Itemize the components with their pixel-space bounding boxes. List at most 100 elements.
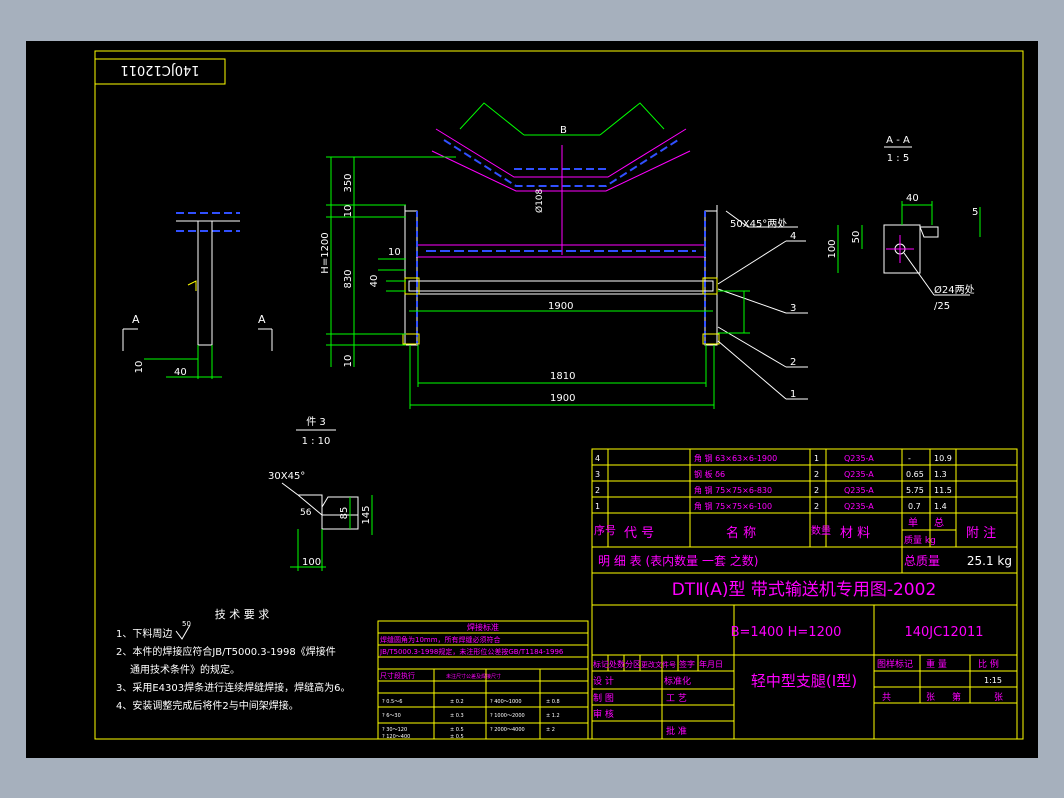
bom-h-mass: 质量 kg [904, 534, 936, 546]
part3-dim-100: 100 [302, 557, 321, 568]
AA-dim-40: 40 [906, 193, 919, 204]
bom-r4-name: 角 钢 75×75×6-100 [694, 501, 772, 511]
AA-dim-50: 50 [851, 231, 862, 244]
bom-r2-qty: 2 [814, 470, 819, 479]
weld-r4c1: ? 120～400 [382, 734, 410, 740]
dim-10a: 10 [343, 205, 354, 218]
dim-40: 40 [369, 275, 380, 288]
weld-r1c4: ± 0.8 [546, 699, 560, 705]
tech-line-3: 通用技术条件》的规定。 [130, 663, 240, 676]
weld-r1c3: ? 400～1000 [490, 699, 522, 705]
weld-r3c1: ? 30～120 [382, 727, 407, 733]
chamfer-note: 50X45°两处 [730, 218, 787, 230]
bom-r1-name: 角 钢 63×63×6-1900 [694, 453, 777, 463]
tb-scale: 1:15 [984, 676, 1002, 685]
dim-B: B [560, 125, 567, 136]
tb-nianyueri: 年月日 [699, 659, 723, 669]
bom-r3-no: 2 [595, 486, 600, 495]
part3-title: 件 3 [306, 416, 326, 428]
tb-gongyi: 工 艺 [666, 693, 687, 704]
part3-dim-145: 145 [361, 505, 372, 524]
side-dim-10: 10 [134, 361, 145, 374]
callout-2: 2 [790, 357, 796, 368]
dim-830: 830 [343, 269, 354, 288]
side-view: A A 40 10 [122, 212, 273, 379]
tb-pizhun: 批 准 [666, 725, 687, 737]
drawing-code: 140JC12011 [904, 625, 983, 640]
tb-sheji: 设 计 [593, 675, 614, 687]
tech-line-2: 2、本件的焊接应符合JB/T5000.3-1998《焊接件 [116, 645, 336, 658]
bom-h-qty: 数量 [811, 524, 831, 537]
tb-zhitu: 制 图 [593, 692, 614, 704]
AA-dim-5: 5 [972, 207, 978, 218]
dim-10b: 10 [388, 247, 401, 258]
section-AA-title: A - A [886, 135, 910, 146]
bom-r1-total: 10.9 [934, 454, 952, 463]
bom-h-total: 总 [934, 516, 944, 529]
bom-total-value: 25.1 kg [967, 554, 1012, 568]
bom-r3-mat: Q235-A [844, 486, 874, 495]
cad-drawing-canvas[interactable]: 140JC12011 B Ø108 350 10 H=1200 830 10 1… [26, 41, 1038, 758]
section-A-right: A [258, 313, 266, 326]
bom-r3-name: 角 钢 75×75×6-830 [694, 485, 772, 495]
bom-h-note: 附 注 [966, 526, 996, 541]
tb-fenqu: 分区 [625, 660, 641, 669]
part3-dim-56: 56 [300, 508, 312, 518]
dim-d108: Ø108 [534, 188, 545, 213]
weld-r2c2: ± 0.3 [450, 713, 464, 719]
part3-dim-85: 85 [339, 507, 350, 520]
tech-roughness: 50 [182, 620, 191, 628]
tb-zhongliang: 重 量 [926, 658, 947, 670]
bom-r3-unit: 5.75 [906, 486, 924, 495]
bom-r2-total: 1.3 [934, 470, 947, 479]
bom-h-code: 代 号 [624, 526, 654, 541]
bom-r2-unit: 0.65 [906, 470, 924, 479]
bom-h-name: 名 称 [726, 525, 756, 541]
bom-r4-mat: Q235-A [844, 502, 874, 511]
weld-r1c1: ? 0.5～6 [382, 699, 402, 705]
len-1900: 1900 [550, 393, 575, 404]
part3-scale: 1 : 10 [302, 436, 331, 447]
bom-h-mat: 材 料 [840, 526, 870, 541]
tb-genggai: 更改文件号 [641, 660, 676, 669]
bom-r4-unit: 0.7 [908, 502, 921, 511]
title-block: DTⅡ(A)型 带式输送机专用图-2002 B=1400 H=1200 140J… [591, 572, 1018, 740]
side-leg [197, 220, 213, 346]
weld-r3c3: ? 2000～4000 [490, 727, 525, 733]
part3-chamfer: 30X45° [268, 471, 305, 482]
len-1900-inner: 1900 [548, 301, 573, 312]
tb-tuyang: 图样标记 [877, 658, 913, 670]
weld-r4c2: ± 0.5 [450, 734, 464, 740]
bom-r1-unit: - [908, 454, 911, 463]
main-title: DTⅡ(A)型 带式输送机专用图-2002 [672, 580, 937, 600]
weld-header-1: 尺寸段执行 [380, 671, 415, 680]
bom-table: 4 角 钢 63×63×6-1900 1 Q235-A - 10.9 3 钢 板… [591, 448, 1018, 574]
weld-r3c4: ± 2 [546, 727, 555, 733]
callout-3: 3 [790, 303, 796, 314]
dim-H1200: H=1200 [320, 232, 331, 273]
bom-r3-qty: 2 [814, 486, 819, 495]
tb-zhang2: 张 [994, 692, 1003, 703]
AA-hole: Ø24两处 [934, 284, 975, 296]
section-AA-scale: 1 : 5 [887, 153, 909, 164]
tech-line-1: 1、下料周边 [116, 627, 172, 640]
tech-heading: 技 术 要 求 [215, 608, 270, 621]
section-A-left: A [132, 313, 140, 326]
idler-rollers [443, 139, 679, 187]
callout-4: 4 [790, 231, 796, 242]
part-name: 轻中型支腿(Ⅰ型) [751, 672, 857, 690]
tb-bili: 比 例 [978, 658, 999, 670]
dim-350: 350 [343, 173, 354, 192]
tb-chushu: 处数 [609, 659, 625, 669]
idler-outline [435, 128, 687, 178]
tech-requirements: 技 术 要 求 1、下料周边 50 2、本件的焊接应符合JB/T5000.3-1… [116, 608, 351, 712]
tb-biaozhunhua: 标准化 [664, 675, 691, 687]
part3-view: 件 3 1 : 10 30X45° 56 85 145 100 [268, 416, 373, 571]
section-AA: A - A 1 : 5 40 5 100 50 Ø24两处 /25 [827, 135, 981, 312]
tech-line-5: 4、安装调整完成后将件2与中间架焊接。 [116, 699, 299, 712]
bom-footer-left: 明 细 表 (表内数量 一套 之数) [598, 553, 758, 568]
weld-header-2: 未注尺寸公差及焊接尺寸 [446, 673, 501, 680]
AA-dim-100: 100 [827, 239, 838, 258]
bom-r1-no: 4 [595, 454, 600, 463]
dim-10c: 10 [343, 355, 354, 368]
